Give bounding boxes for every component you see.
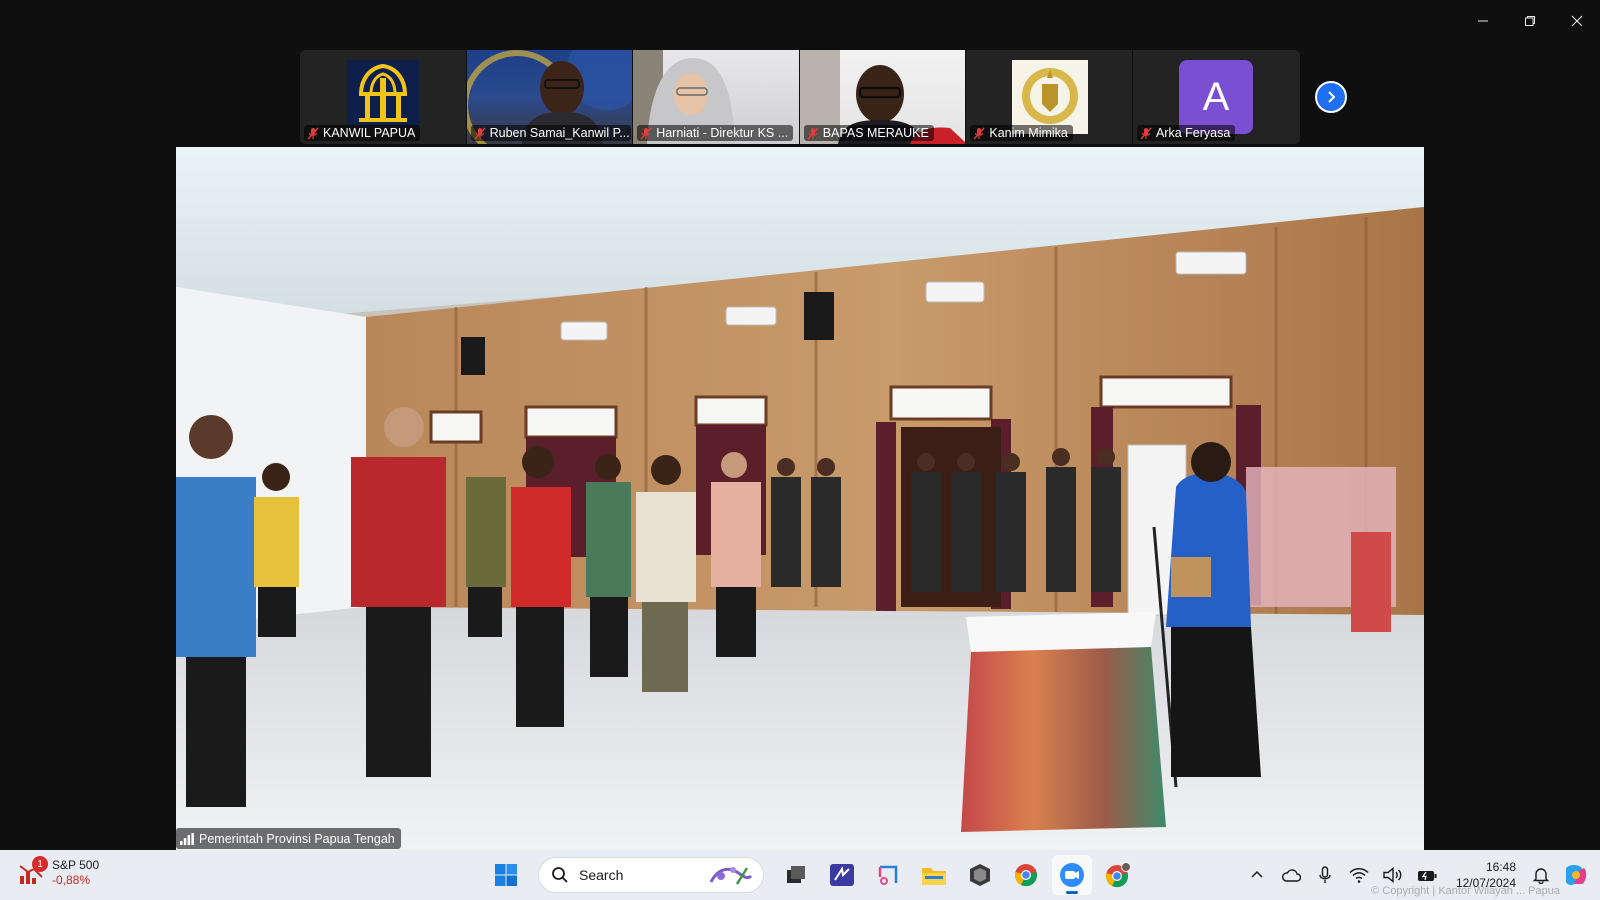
close-icon xyxy=(1571,15,1582,27)
system-clock[interactable]: 16:48 12/07/2024 xyxy=(1456,859,1516,891)
snipping-tool-button[interactable] xyxy=(868,855,908,895)
zoom-icon xyxy=(1060,863,1084,887)
imigrasi-logo xyxy=(1012,60,1089,134)
participant-name-tag: Ruben Samai_Kanwil P... xyxy=(470,125,631,141)
avatar-initial: A xyxy=(1202,74,1230,119)
restore-icon xyxy=(1524,16,1535,26)
participant-tile[interactable]: A Arka Feryasa xyxy=(1132,50,1300,144)
search-icon xyxy=(552,867,568,883)
restore-button[interactable] xyxy=(1506,6,1553,36)
participant-name: Harniati - Direktur KS ... xyxy=(656,126,789,140)
chevron-up-icon xyxy=(1251,870,1263,878)
participant-name: KANWIL PAPUA xyxy=(323,126,416,140)
chrome-profile-icon xyxy=(1106,862,1131,888)
notification-badge: 1 xyxy=(32,856,48,872)
snipping-tool-icon xyxy=(878,865,898,885)
window-controls xyxy=(1459,6,1600,36)
participant-strip: KANWIL PAPUA Ruben Samai_Kanwil P... Har… xyxy=(300,50,1300,144)
mic-muted-icon xyxy=(1140,127,1152,139)
battery-button[interactable] xyxy=(1414,862,1440,888)
chrome-button[interactable] xyxy=(1006,855,1046,895)
taskbar-app-2[interactable] xyxy=(960,855,1000,895)
onedrive-button[interactable] xyxy=(1278,862,1304,888)
minimize-icon xyxy=(1477,20,1488,22)
microphone-button[interactable] xyxy=(1312,862,1338,888)
avatar: A xyxy=(1178,60,1253,134)
chrome-icon xyxy=(1015,864,1037,887)
video-frame xyxy=(176,147,1424,850)
active-speaker-label: Pemerintah Provinsi Papua Tengah xyxy=(176,828,401,849)
copilot-button[interactable] xyxy=(1562,862,1588,888)
taskbar-apps: Search xyxy=(486,855,1138,895)
participant-name: Arka Feryasa xyxy=(1155,126,1231,140)
file-explorer-icon xyxy=(922,868,946,885)
wifi-button[interactable] xyxy=(1346,862,1372,888)
active-speaker-name: Pemerintah Provinsi Papua Tengah xyxy=(199,831,395,846)
zoom-meeting-window: KANWIL PAPUA Ruben Samai_Kanwil P... Har… xyxy=(0,0,1600,900)
task-view-button[interactable] xyxy=(776,855,816,895)
participant-name: BAPAS MERAUKE xyxy=(822,126,929,140)
participant-tile[interactable]: Kanim Mimika xyxy=(966,50,1133,144)
participant-name-tag: KANWIL PAPUA xyxy=(304,125,421,141)
mic-muted-icon xyxy=(973,127,985,139)
active-speaker-video[interactable] xyxy=(176,147,1424,850)
participant-tile[interactable]: BAPAS MERAUKE xyxy=(799,50,967,144)
start-button[interactable] xyxy=(486,855,526,895)
volume-button[interactable] xyxy=(1380,862,1406,888)
copilot-icon xyxy=(1566,865,1587,885)
participant-tile[interactable]: Ruben Samai_Kanwil P... xyxy=(466,50,634,144)
participant-name-tag: BAPAS MERAUKE xyxy=(803,125,934,141)
task-view-icon xyxy=(787,866,805,883)
participant-name: Kanim Mimika xyxy=(989,126,1068,140)
stock-change: -0,88% xyxy=(52,873,91,887)
app-icon xyxy=(830,864,854,886)
taskbar-app[interactable] xyxy=(822,855,862,895)
cloud-icon xyxy=(1281,869,1301,882)
signal-strength-icon xyxy=(180,832,194,845)
taskbar-search[interactable]: Search xyxy=(538,857,764,893)
microphone-icon xyxy=(1319,866,1331,883)
kemenkumham-logo xyxy=(347,60,419,126)
bell-icon xyxy=(1533,868,1549,884)
chrome-profile-button[interactable] xyxy=(1098,855,1138,895)
speaker-icon xyxy=(1383,867,1402,883)
mic-muted-icon xyxy=(640,127,652,139)
file-explorer-button[interactable] xyxy=(914,855,954,895)
next-participants-button[interactable] xyxy=(1315,81,1347,113)
chevron-right-icon xyxy=(1328,91,1336,103)
clock-time: 16:48 xyxy=(1485,860,1516,874)
notifications-button[interactable] xyxy=(1528,862,1554,888)
mic-muted-icon xyxy=(307,127,319,139)
participant-name: Ruben Samai_Kanwil P... xyxy=(489,126,630,140)
close-button[interactable] xyxy=(1553,6,1600,36)
taskbar: 1 S&P 500 -0,88% Search 16:48 12/07/2024… xyxy=(0,850,1600,900)
app-icon-2 xyxy=(970,864,990,886)
stock-widget[interactable]: 1 S&P 500 -0,88% xyxy=(18,856,100,888)
system-tray: 16:48 12/07/2024 xyxy=(1240,850,1600,900)
search-label: Search xyxy=(579,867,624,883)
minimize-button[interactable] xyxy=(1459,6,1506,36)
show-hidden-icons-button[interactable] xyxy=(1244,862,1270,888)
clock-date: 12/07/2024 xyxy=(1455,876,1516,890)
participant-name-tag: Arka Feryasa xyxy=(1136,125,1236,141)
participant-tile[interactable]: KANWIL PAPUA xyxy=(300,50,467,144)
battery-icon xyxy=(1417,871,1437,881)
mic-muted-icon xyxy=(807,127,819,139)
windows-start-icon xyxy=(495,864,517,886)
stock-name: S&P 500 xyxy=(52,858,100,872)
wifi-icon xyxy=(1349,868,1369,883)
participant-tile[interactable]: Harniati - Direktur KS ... xyxy=(633,50,800,144)
participant-name-tag: Kanim Mimika xyxy=(970,125,1073,141)
search-highlight-icon xyxy=(709,867,753,885)
participant-name-tag: Harniati - Direktur KS ... xyxy=(637,125,794,141)
zoom-button[interactable] xyxy=(1052,855,1092,895)
stock-chart-icon: 1 xyxy=(18,856,48,886)
mic-muted-icon xyxy=(474,127,486,139)
